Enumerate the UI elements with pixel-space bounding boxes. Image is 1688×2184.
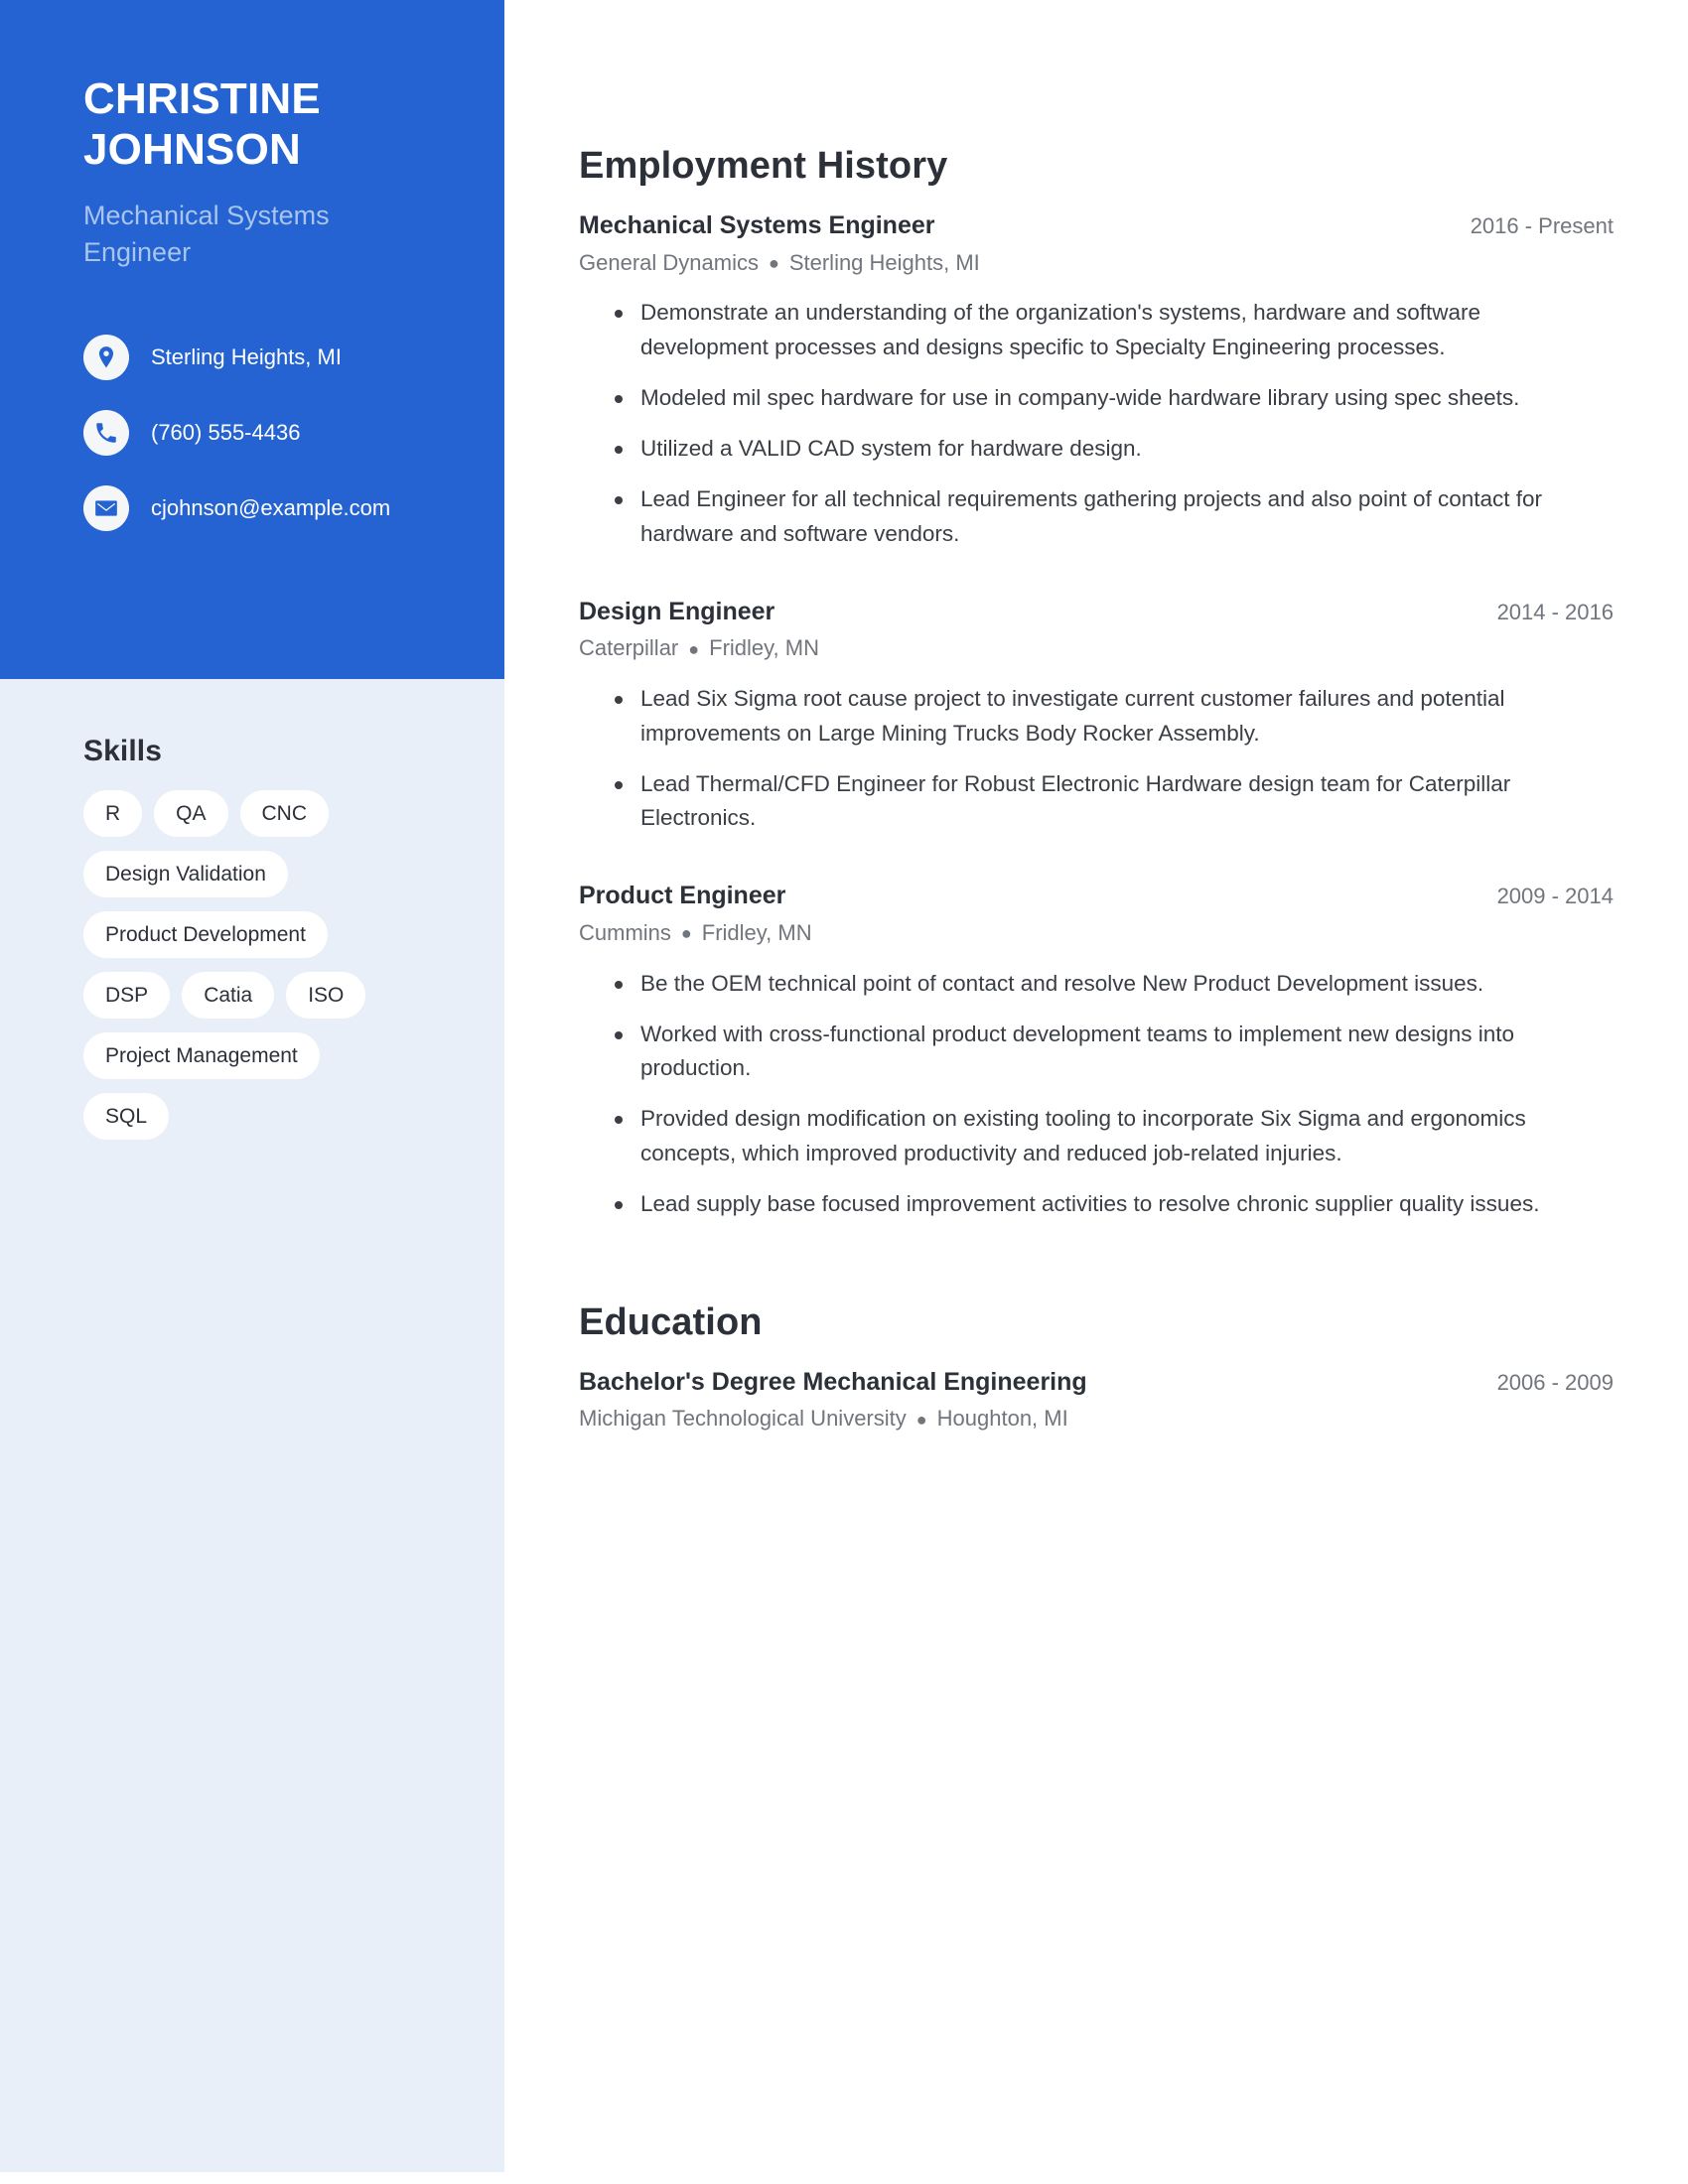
- meta-separator-icon: ●: [915, 1409, 927, 1430]
- bullet-item: Provided design modification on existing…: [615, 1102, 1614, 1171]
- skill-pill[interactable]: CNC: [239, 790, 330, 837]
- job-dates: 2014 - 2016: [1496, 599, 1614, 624]
- skill-pill[interactable]: Product Development: [83, 911, 328, 958]
- bullet-item: Lead Engineer for all technical requirem…: [615, 482, 1614, 552]
- job-bullets: Be the OEM technical point of contact an…: [579, 967, 1614, 1222]
- skills-section: Skills R QA CNC Design Validation Produc…: [0, 679, 504, 1154]
- school-location: Houghton, MI: [936, 1406, 1068, 1432]
- employment-entry-header: Design Engineer 2014 - 2016: [579, 596, 1614, 628]
- education-entry: Bachelor's Degree Mechanical Engineering…: [579, 1366, 1614, 1434]
- education-meta: Michigan Technological University ● Hought…: [579, 1404, 1614, 1434]
- job-bullets: Demonstrate an understanding of the orga…: [579, 296, 1614, 551]
- job-company: General Dynamics: [579, 249, 759, 275]
- job-dates: 2016 - Present: [1470, 213, 1614, 238]
- resume-page: CHRISTINE JOHNSON Mechanical Systems Eng…: [0, 0, 1688, 2184]
- employment-entry: Design Engineer 2014 - 2016 Caterpillar ●…: [579, 596, 1614, 837]
- job-title: Design Engineer: [579, 597, 775, 625]
- contact-location-text: Sterling Heights, MI: [151, 344, 342, 370]
- phone-icon: [83, 410, 129, 457]
- bullet-item: Demonstrate an understanding of the orga…: [615, 296, 1614, 365]
- skill-row: R QA CNC: [83, 790, 455, 837]
- contact-row-location: Sterling Heights, MI: [83, 335, 445, 381]
- job-location: Sterling Heights, MI: [788, 249, 980, 275]
- bullet-item: Be the OEM technical point of contact an…: [615, 967, 1614, 1002]
- education-heading: Education: [579, 1300, 763, 1343]
- degree-title: Bachelor's Degree Mechanical Engineering: [579, 1367, 1087, 1396]
- education-section: Education Bachelor's Degree Mechanical E…: [579, 1301, 1614, 1434]
- degree-dates: 2006 - 2009: [1496, 1369, 1614, 1395]
- employment-entry: Product Engineer 2009 - 2014 Cummins ● Fri…: [579, 880, 1614, 1222]
- role-line-2: Engineer: [83, 237, 192, 268]
- skills-heading: Skills: [83, 735, 162, 767]
- skill-pill-rows: R QA CNC Design Validation Product Devel…: [83, 790, 455, 1140]
- location-pin-icon: [83, 335, 129, 381]
- job-dates: 2009 - 2014: [1496, 884, 1614, 909]
- bullet-item: Utilized a VALID CAD system for hardware…: [615, 432, 1614, 467]
- job-title: Mechanical Systems Engineer: [579, 211, 935, 239]
- skill-pill[interactable]: R: [83, 790, 143, 837]
- employment-history-heading: Employment History: [579, 145, 948, 187]
- job-bullets: Lead Six Sigma root cause project to inv…: [579, 682, 1614, 837]
- skill-row: DSP Catia ISO: [83, 972, 455, 1019]
- job-meta: Cummins ● Fridley, MN: [579, 918, 1614, 949]
- skill-pill[interactable]: Design Validation: [83, 851, 288, 897]
- job-location: Fridley, MN: [709, 635, 819, 661]
- meta-separator-icon: ●: [680, 923, 692, 944]
- email-icon: [83, 485, 129, 532]
- skill-pill[interactable]: Project Management: [83, 1032, 320, 1079]
- employment-entry: Mechanical Systems Engineer 2016 - Prese…: [579, 209, 1614, 552]
- employment-history-section: Employment History Mechanical Systems En…: [579, 145, 1614, 1222]
- skill-pill[interactable]: SQL: [83, 1093, 170, 1140]
- skill-row: Product Development: [83, 911, 455, 958]
- education-entry-header: Bachelor's Degree Mechanical Engineering…: [579, 1366, 1614, 1399]
- contact-list: Sterling Heights, MI (760) 555-4436 cjoh…: [83, 335, 445, 532]
- employment-entry-header: Product Engineer 2009 - 2014: [579, 880, 1614, 912]
- skill-row: Design Validation: [83, 851, 455, 897]
- sidebar-header: CHRISTINE JOHNSON Mechanical Systems Eng…: [0, 0, 504, 679]
- job-meta: General Dynamics ● Sterling Heights, MI: [579, 248, 1614, 279]
- job-company: Cummins: [579, 919, 671, 945]
- main-content: Employment History Mechanical Systems En…: [504, 0, 1688, 1458]
- skill-pill[interactable]: QA: [154, 790, 228, 837]
- bullet-item: Lead supply base focused improvement act…: [615, 1187, 1614, 1222]
- bullet-item: Modeled mil spec hardware for use in com…: [615, 381, 1614, 416]
- meta-separator-icon: ●: [688, 638, 700, 659]
- name-line-first: CHRISTINE: [83, 74, 321, 123]
- meta-separator-icon: ●: [768, 253, 779, 274]
- employment-entry-header: Mechanical Systems Engineer 2016 - Prese…: [579, 209, 1614, 242]
- skill-pill[interactable]: DSP: [83, 972, 171, 1019]
- skill-pill[interactable]: Catia: [182, 972, 275, 1019]
- job-title: Product Engineer: [579, 882, 786, 910]
- bullet-item: Worked with cross-functional product dev…: [615, 1018, 1614, 1087]
- contact-phone-text: (760) 555-4436: [151, 420, 301, 446]
- contact-row-email: cjohnson@example.com: [83, 485, 445, 532]
- contact-row-phone: (760) 555-4436: [83, 410, 445, 457]
- job-location: Fridley, MN: [701, 919, 812, 945]
- job-company: Caterpillar: [579, 635, 679, 661]
- bullet-item: Lead Thermal/CFD Engineer for Robust Ele…: [615, 767, 1614, 837]
- job-meta: Caterpillar ● Fridley, MN: [579, 633, 1614, 664]
- name-line-last: JOHNSON: [83, 125, 301, 175]
- bullet-item: Lead Six Sigma root cause project to inv…: [615, 682, 1614, 751]
- skill-pill[interactable]: ISO: [286, 972, 366, 1019]
- skill-row: SQL: [83, 1093, 455, 1140]
- candidate-role: Mechanical Systems Engineer: [83, 198, 445, 272]
- skill-row: Project Management: [83, 1032, 455, 1079]
- contact-email-text: cjohnson@example.com: [151, 495, 391, 521]
- sidebar: CHRISTINE JOHNSON Mechanical Systems Eng…: [0, 0, 504, 2172]
- school-name: Michigan Technological University: [579, 1406, 907, 1432]
- candidate-name: CHRISTINE JOHNSON: [83, 73, 445, 176]
- role-line-1: Mechanical Systems: [83, 200, 330, 230]
